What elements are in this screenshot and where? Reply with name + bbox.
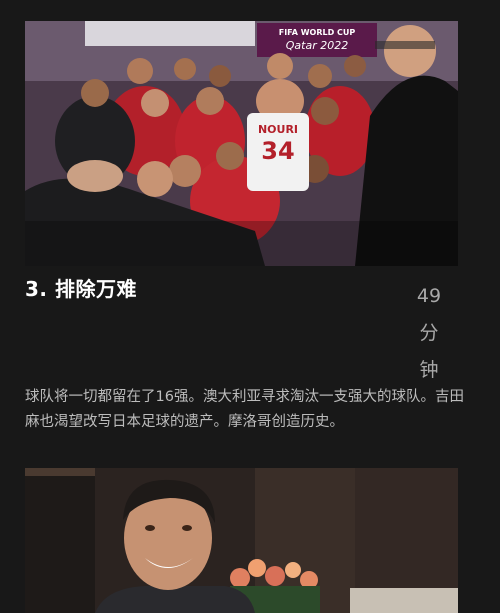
banner-subtext: Qatar 2022 bbox=[286, 39, 348, 52]
duration-number: 49 bbox=[416, 285, 442, 307]
duration-unit-second: 钟 bbox=[419, 359, 439, 381]
episode-title: 3. 排除万难 bbox=[25, 277, 137, 301]
episode-list-screen: FIFA WORLD CUP Qatar 2022 NOURI 34 3. 排除… bbox=[0, 0, 500, 613]
episode-description: 球队将一切都留在了16强。澳大利亚寻求淘汰一支强大的球队。吉田麻也渴望改写日本足… bbox=[25, 389, 464, 430]
next-episode-thumbnail[interactable] bbox=[25, 468, 458, 613]
banner-text: FIFA WORLD CUP bbox=[279, 28, 356, 37]
duration-unit-first: 分 bbox=[419, 322, 439, 344]
interview-portrait-image bbox=[25, 468, 458, 613]
jersey-number: 34 bbox=[261, 137, 294, 165]
episode-thumbnail[interactable]: FIFA WORLD CUP Qatar 2022 NOURI 34 bbox=[25, 21, 458, 266]
episode-duration: 49 分 钟 bbox=[408, 278, 450, 389]
celebration-locker-room-image: FIFA WORLD CUP Qatar 2022 NOURI 34 bbox=[25, 21, 458, 266]
jersey-name: NOURI bbox=[258, 123, 298, 136]
